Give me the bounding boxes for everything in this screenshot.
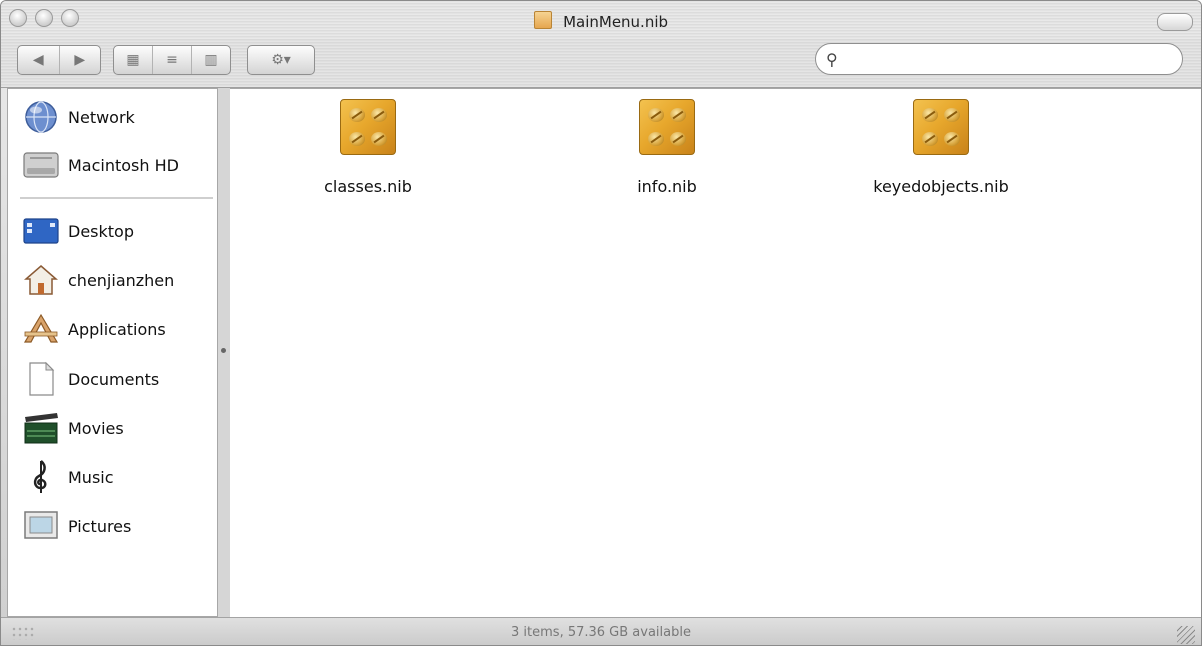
action-menu-button[interactable]: ⚙▾ <box>247 45 315 75</box>
sidebar-item-label: Pictures <box>68 516 132 536</box>
sidebar-item-desktop[interactable]: Desktop <box>20 211 134 251</box>
sidebar-item-label: chenjianzhen <box>68 270 175 290</box>
sidebar-item-label: Macintosh HD <box>68 155 179 175</box>
sidebar-item-applications[interactable]: Applications <box>20 309 166 349</box>
music-icon <box>20 457 62 497</box>
sidebar: Network Macintosh HD Desktop chenjianzhe… <box>7 88 218 617</box>
sidebar-item-network[interactable]: Network <box>20 97 135 137</box>
file-name: classes.nib <box>324 177 412 196</box>
window-title: MainMenu.nib <box>1 11 1201 31</box>
file-browser: classes.nib info.nib keyedobjects.nib <box>230 88 1201 617</box>
back-arrow-icon: ◀ <box>32 52 44 68</box>
search-field[interactable]: ⚲ <box>815 43 1183 75</box>
list-view-button[interactable]: ≡ <box>152 46 191 74</box>
column-view-button[interactable]: ▥ <box>191 46 230 74</box>
sidebar-item-pictures[interactable]: Pictures <box>20 506 131 546</box>
resize-handle-icon[interactable] <box>1177 626 1195 644</box>
hard-drive-icon <box>20 145 62 185</box>
applications-icon <box>20 309 62 349</box>
sidebar-item-macintosh-hd[interactable]: Macintosh HD <box>20 145 179 185</box>
sidebar-item-documents[interactable]: Documents <box>20 359 159 399</box>
status-text: 3 items, 57.36 GB available <box>511 625 691 640</box>
column-view-icon: ▥ <box>204 52 218 68</box>
home-icon <box>20 260 62 300</box>
list-view-icon: ≡ <box>166 52 178 68</box>
view-mode-control: ▦ ≡ ▥ <box>113 45 231 75</box>
sidebar-item-label: Movies <box>68 418 124 438</box>
network-globe-icon <box>20 97 62 137</box>
sidebar-item-label: Desktop <box>68 221 134 241</box>
forward-arrow-icon: ▶ <box>74 52 86 68</box>
sidebar-item-label: Documents <box>68 369 160 389</box>
finder-window: MainMenu.nib ◀ ▶ ▦ ≡ ▥ ⚙▾ ⚲ Network Maci… <box>0 0 1202 646</box>
sidebar-splitter[interactable] <box>218 88 230 617</box>
icon-view-button[interactable]: ▦ <box>114 46 152 74</box>
sidebar-item-movies[interactable]: Movies <box>20 408 124 448</box>
sidebar-item-label: Applications <box>68 319 166 339</box>
status-bar: 3 items, 57.36 GB available <box>1 617 1201 645</box>
window-title-text: MainMenu.nib <box>563 13 669 31</box>
folder-icon <box>533 11 552 29</box>
file-name: info.nib <box>637 177 697 196</box>
nib-file-icon <box>639 99 695 155</box>
sidebar-divider <box>20 197 213 199</box>
documents-icon <box>20 359 62 399</box>
title-bar[interactable]: MainMenu.nib <box>1 1 1201 39</box>
nib-file-icon <box>913 99 969 155</box>
gear-icon: ⚙▾ <box>271 52 291 68</box>
pictures-icon <box>20 506 62 546</box>
forward-button[interactable]: ▶ <box>58 46 101 74</box>
back-button[interactable]: ◀ <box>18 46 59 74</box>
file-item[interactable]: keyedobjects.nib <box>831 99 1051 196</box>
search-input[interactable] <box>848 48 1172 72</box>
sidebar-item-home[interactable]: chenjianzhen <box>20 260 174 300</box>
toolbar-toggle-button[interactable] <box>1157 13 1193 31</box>
movies-icon <box>20 408 62 448</box>
icon-view-icon: ▦ <box>126 52 140 68</box>
desktop-icon <box>20 211 62 251</box>
sidebar-item-label: Network <box>68 107 135 127</box>
search-icon: ⚲ <box>826 50 838 69</box>
file-name: keyedobjects.nib <box>873 177 1009 196</box>
sidebar-item-music[interactable]: Music <box>20 457 114 497</box>
splitter-handle[interactable] <box>221 348 226 353</box>
sidebar-item-label: Music <box>68 467 114 487</box>
nib-file-icon <box>340 99 396 155</box>
file-item[interactable]: info.nib <box>557 99 777 196</box>
file-item[interactable]: classes.nib <box>258 99 478 196</box>
back-forward-control: ◀ ▶ <box>17 45 101 75</box>
